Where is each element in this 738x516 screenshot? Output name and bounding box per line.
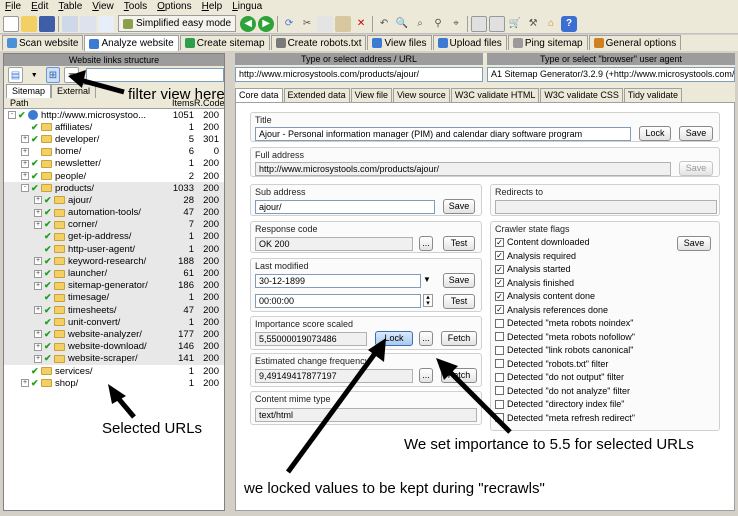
arrow-to-selected-urls [108, 384, 136, 419]
arrow-to-importance-fetch [436, 358, 512, 434]
annotation-importance: We set importance to 5.5 for selected UR… [404, 436, 694, 453]
annotation-selected-urls: Selected URLs [102, 420, 203, 437]
annotation-locked: we locked values to be kept during "recr… [244, 480, 545, 497]
annotation-filter: filter view here [128, 86, 225, 103]
arrow-to-filter [68, 70, 125, 95]
arrow-to-lock-button [285, 338, 386, 474]
